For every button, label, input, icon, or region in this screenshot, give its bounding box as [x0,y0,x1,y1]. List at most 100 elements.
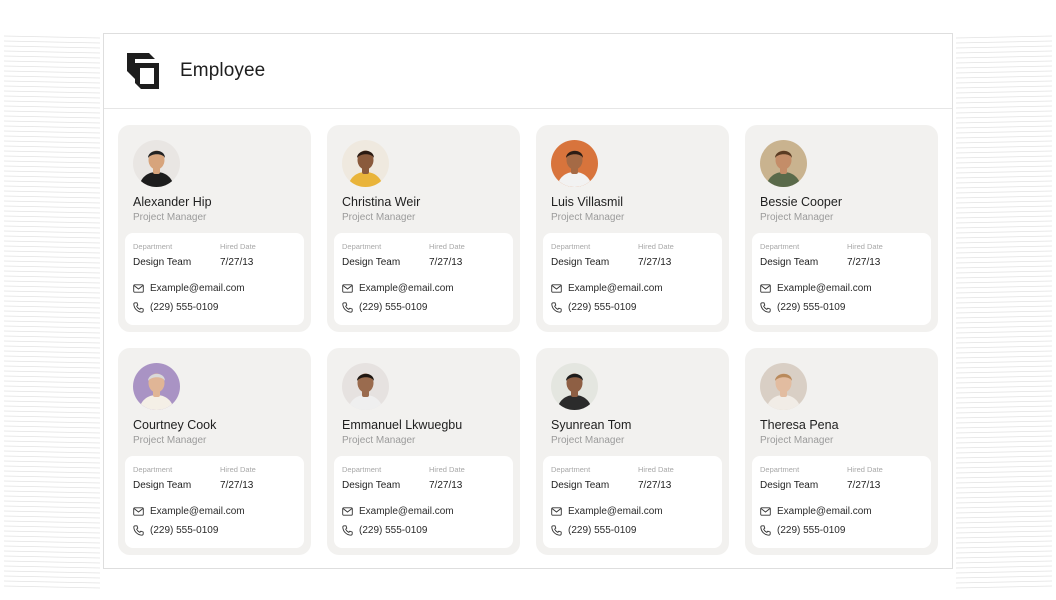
employee-name: Christina Weir [342,195,421,209]
phone-row[interactable]: (229) 555-0109 [760,302,845,313]
avatar [760,140,807,187]
employee-info-panel: Department Hired Date Design Team 7/27/1… [752,456,931,548]
email-row[interactable]: Example@email.com [551,506,663,517]
hired-date-label: Hired Date [220,465,256,474]
employee-card[interactable]: Theresa Pena Project Manager Department … [745,348,938,555]
employee-info-panel: Department Hired Date Design Team 7/27/1… [125,456,304,548]
employee-info-panel: Department Hired Date Design Team 7/27/1… [125,233,304,325]
employee-card[interactable]: Luis Villasmil Project Manager Departmen… [536,125,729,332]
phone-row[interactable]: (229) 555-0109 [342,525,427,536]
mail-icon [551,283,562,294]
email-row[interactable]: Example@email.com [342,506,454,517]
email-value: Example@email.com [150,506,245,517]
avatar-image [133,140,180,187]
avatar [551,363,598,410]
employee-role: Project Manager [551,212,625,223]
department-value: Design Team [551,257,610,268]
phone-icon [342,525,353,536]
employee-card[interactable]: Bessie Cooper Project Manager Department… [745,125,938,332]
department-label: Department [760,465,800,474]
employee-name: Bessie Cooper [760,195,842,209]
employee-role: Project Manager [551,435,625,446]
employee-role: Project Manager [760,212,834,223]
employee-name: Alexander Hip [133,195,212,209]
phone-icon [551,302,562,313]
phone-row[interactable]: (229) 555-0109 [551,302,636,313]
email-row[interactable]: Example@email.com [551,283,663,294]
phone-value: (229) 555-0109 [150,525,219,536]
department-value: Design Team [342,257,401,268]
department-label: Department [760,242,800,251]
app-window: Employee Alexander Hip Project Manager D… [103,33,953,569]
phone-value: (229) 555-0109 [359,302,428,313]
phone-icon [133,302,144,313]
avatar-image [760,363,807,410]
phone-icon [760,525,771,536]
phone-row[interactable]: (229) 555-0109 [342,302,427,313]
hired-date-value: 7/27/13 [429,480,463,491]
employee-card[interactable]: Alexander Hip Project Manager Department… [118,125,311,332]
department-label: Department [342,465,382,474]
employee-card[interactable]: Courtney Cook Project Manager Department… [118,348,311,555]
phone-icon [133,525,144,536]
mail-icon [342,506,353,517]
employee-info-panel: Department Hired Date Design Team 7/27/1… [543,456,722,548]
email-row[interactable]: Example@email.com [342,283,454,294]
department-value: Design Team [342,480,401,491]
phone-icon [760,302,771,313]
phone-row[interactable]: (229) 555-0109 [760,525,845,536]
employee-info-panel: Department Hired Date Design Team 7/27/1… [334,456,513,548]
phone-icon [342,302,353,313]
email-row[interactable]: Example@email.com [133,506,245,517]
app-header: Employee [104,34,952,109]
phone-row[interactable]: (229) 555-0109 [551,525,636,536]
department-value: Design Team [760,480,819,491]
app-logo-icon [127,53,159,89]
hired-date-value: 7/27/13 [847,257,881,268]
email-row[interactable]: Example@email.com [133,283,245,294]
department-value: Design Team [760,257,819,268]
mail-icon [551,506,562,517]
phone-value: (229) 555-0109 [777,302,846,313]
department-value: Design Team [133,480,192,491]
email-row[interactable]: Example@email.com [760,283,872,294]
employee-card[interactable]: Emmanuel Lkwuegbu Project Manager Depart… [327,348,520,555]
hired-date-label: Hired Date [220,242,256,251]
phone-value: (229) 555-0109 [359,525,428,536]
email-value: Example@email.com [777,506,872,517]
employee-role: Project Manager [342,212,416,223]
employee-role: Project Manager [760,435,834,446]
avatar-image [551,140,598,187]
employee-card[interactable]: Christina Weir Project Manager Departmen… [327,125,520,332]
employee-card[interactable]: Syunrean Tom Project Manager Department … [536,348,729,555]
hired-date-value: 7/27/13 [429,257,463,268]
email-value: Example@email.com [150,283,245,294]
phone-value: (229) 555-0109 [568,525,637,536]
hired-date-value: 7/27/13 [638,257,672,268]
department-label: Department [133,242,173,251]
phone-row[interactable]: (229) 555-0109 [133,525,218,536]
avatar [342,363,389,410]
avatar [760,363,807,410]
employee-info-panel: Department Hired Date Design Team 7/27/1… [543,233,722,325]
employee-name: Courtney Cook [133,418,217,432]
phone-row[interactable]: (229) 555-0109 [133,302,218,313]
avatar-image [342,140,389,187]
avatar [342,140,389,187]
email-row[interactable]: Example@email.com [760,506,872,517]
department-label: Department [342,242,382,251]
mail-icon [133,506,144,517]
avatar-image [342,363,389,410]
mail-icon [133,283,144,294]
avatar-image [760,140,807,187]
department-label: Department [133,465,173,474]
hired-date-label: Hired Date [429,465,465,474]
employee-name: Theresa Pena [760,418,839,432]
email-value: Example@email.com [359,506,454,517]
phone-value: (229) 555-0109 [568,302,637,313]
page-title: Employee [180,60,266,81]
employee-role: Project Manager [133,212,207,223]
hired-date-value: 7/27/13 [847,480,881,491]
employee-name: Syunrean Tom [551,418,632,432]
department-value: Design Team [133,257,192,268]
